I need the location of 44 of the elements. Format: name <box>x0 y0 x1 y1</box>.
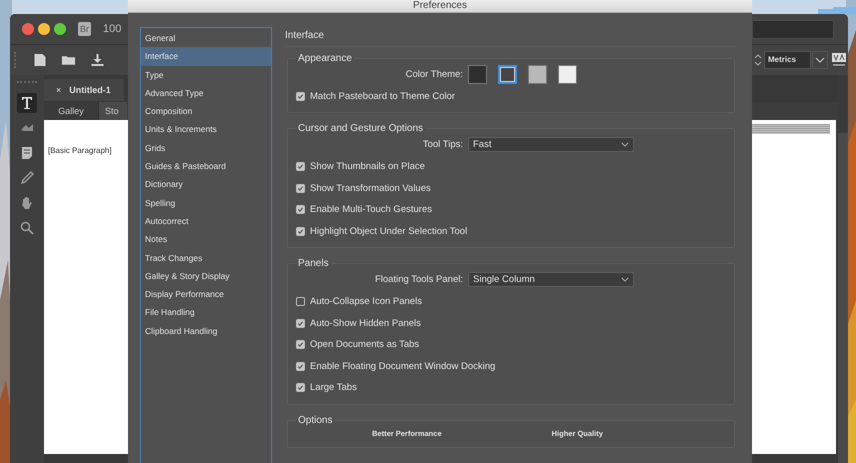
checkbox-label[interactable]: Enable Multi-Touch Gestures <box>310 204 432 216</box>
document-tab[interactable]: × Untitled-1 <box>44 79 124 101</box>
checkbox-label[interactable]: Open Documents as Tabs <box>310 339 420 350</box>
category-item[interactable]: Dictionary <box>141 175 271 194</box>
category-item[interactable]: Type <box>141 66 271 84</box>
category-item[interactable]: Display Performance <box>141 285 271 304</box>
page-heading: Interface <box>285 29 735 47</box>
category-item[interactable]: File Handling <box>141 303 271 322</box>
category-item[interactable]: Autocorrect <box>141 212 271 230</box>
paragraph-style-label: [Basic Paragraph] <box>48 146 112 155</box>
checkbox-label[interactable]: Auto-Show Hidden Panels <box>310 318 421 329</box>
category-item[interactable]: Track Changes <box>141 248 271 267</box>
checkbox-label[interactable]: Large Tabs <box>310 382 357 394</box>
field-label: Tool Tips: <box>422 139 463 150</box>
category-item[interactable]: Composition <box>141 102 271 120</box>
field-label: Floating Tools Panel: <box>374 274 463 286</box>
category-item[interactable]: Spelling <box>141 194 271 212</box>
checkbox-label[interactable]: Match Pasteboard to Theme Color <box>310 90 456 102</box>
category-item[interactable]: Advanced Type <box>141 84 271 102</box>
category-item[interactable]: Notes <box>141 230 271 249</box>
group-title: Appearance <box>297 53 353 64</box>
dialog-title: Preferences <box>413 0 467 11</box>
field-label: Color Theme: <box>404 69 463 80</box>
zoom-level[interactable]: 100 <box>103 23 122 35</box>
category-item[interactable]: Clipboard Handling <box>141 322 271 340</box>
dropdown[interactable]: Fast <box>468 137 634 152</box>
category-item[interactable]: Grids <box>141 138 271 158</box>
view-tab[interactable]: Sto <box>99 102 127 120</box>
checkbox-label[interactable]: Show Thumbnails on Place <box>310 161 425 172</box>
category-item[interactable]: General <box>141 29 271 48</box>
dropdown[interactable]: Single Column <box>468 272 634 288</box>
group-title: Options <box>297 414 334 426</box>
category-item[interactable]: Guides & Pasteboard <box>141 157 271 176</box>
kerning-dropdown[interactable]: Metrics <box>764 51 811 69</box>
checkbox-label[interactable]: Auto-Collapse Icon Panels <box>310 296 422 308</box>
group-title: Cursor and Gesture Options <box>297 123 424 134</box>
category-item[interactable]: Units & Increments <box>141 120 271 139</box>
checkbox-label[interactable]: Highlight Object Under Selection Tool <box>310 226 468 237</box>
category-item[interactable]: Interface <box>141 47 271 66</box>
checkbox-label[interactable]: Show Transformation Values <box>310 182 431 194</box>
group-title: Panels <box>297 258 330 270</box>
checkbox-label[interactable]: Enable Floating Document Window Docking <box>310 360 496 372</box>
category-item[interactable]: Galley & Story Display <box>141 266 271 286</box>
bridge-button[interactable]: Br <box>78 22 91 36</box>
